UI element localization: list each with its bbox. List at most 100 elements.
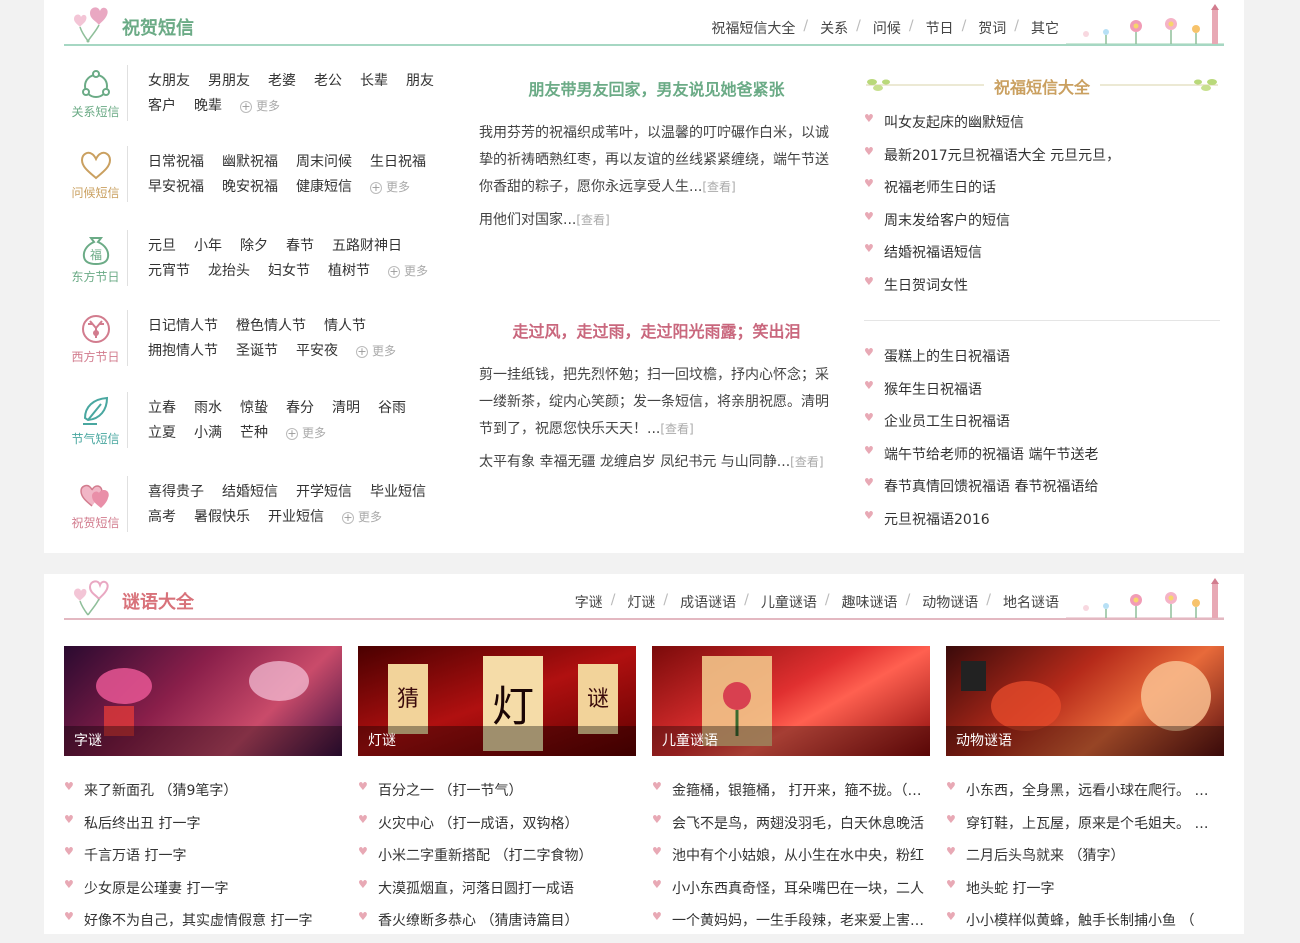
category-link[interactable]: 雨水 [194, 396, 222, 421]
nav-item-char-riddle[interactable]: 字谜 [575, 592, 603, 612]
category-link[interactable]: 除夕 [240, 234, 268, 259]
category-icon-box[interactable]: 福 东方节日 [64, 230, 128, 286]
category-link[interactable]: 立春 [148, 396, 176, 421]
list-item[interactable]: 来了新面孔 （猜9笔字） [64, 780, 342, 813]
list-item[interactable]: 结婚祝福语短信 [864, 242, 1220, 275]
list-item[interactable]: 元旦祝福语2016 [864, 509, 1220, 542]
category-link[interactable]: 小年 [194, 234, 222, 259]
list-item[interactable]: 小米二字重新搭配 （打二字食物） [358, 845, 636, 878]
category-icon-box[interactable]: 祝贺短信 [64, 476, 128, 532]
nav-item-all[interactable]: 祝福短信大全 [711, 18, 795, 38]
more-link[interactable]: + 更多 [286, 421, 326, 446]
more-link[interactable]: + 更多 [388, 259, 428, 284]
riddle-picture-char[interactable]: 字谜 [64, 646, 342, 756]
category-link[interactable]: 春分 [286, 396, 314, 421]
category-link[interactable]: 结婚短信 [222, 480, 278, 505]
list-item[interactable]: 会飞不是鸟，两翅没羽毛，白天休息晚活 [652, 813, 930, 846]
list-item[interactable]: 好像不为自己，其实虚情假意 打一字 [64, 910, 342, 943]
nav-item-congrats[interactable]: 贺词 [978, 18, 1006, 38]
nav-item-place-riddle[interactable]: 地名谜语 [1003, 592, 1059, 612]
category-link[interactable]: 橙色情人节 [236, 314, 306, 339]
view-link[interactable]: [查看] [576, 213, 609, 227]
nav-item-lantern-riddle[interactable]: 灯谜 [627, 592, 655, 612]
list-item[interactable]: 私后终出丑 打一字 [64, 813, 342, 846]
view-link[interactable]: [查看] [790, 455, 823, 469]
list-item[interactable]: 地头蛇 打一字 [946, 878, 1224, 911]
list-item[interactable]: 少女原是公瑾妻 打一字 [64, 878, 342, 911]
riddle-picture-animal[interactable]: 动物谜语 [946, 646, 1224, 756]
category-link[interactable]: 晚安祝福 [222, 175, 278, 200]
nav-item-idiom-riddle[interactable]: 成语谜语 [680, 592, 736, 612]
category-link[interactable]: 龙抬头 [208, 259, 250, 284]
list-item[interactable]: 叫女友起床的幽默短信 [864, 112, 1220, 145]
category-link[interactable]: 生日祝福 [370, 150, 426, 175]
category-link[interactable]: 开业短信 [268, 505, 324, 530]
category-link[interactable]: 老公 [314, 69, 342, 94]
category-link[interactable]: 客户 [148, 94, 176, 119]
category-link[interactable]: 健康短信 [296, 175, 352, 200]
category-link[interactable]: 芒种 [240, 421, 268, 446]
list-item[interactable]: 金箍桶，银箍桶， 打开来，箍不拢。（… [652, 780, 930, 813]
list-item[interactable]: 端午节给老师的祝福语 端午节送老 [864, 444, 1220, 477]
article-title[interactable]: 朋友带男友回家，男友说见她爸紧张 [479, 76, 834, 100]
list-item[interactable]: 香火缭断多恭心 （猜唐诗篇目） [358, 910, 636, 943]
list-item[interactable]: 小东西，全身黑，远看小球在爬行。 … [946, 780, 1224, 813]
category-icon-box[interactable]: 西方节日 [64, 310, 128, 366]
category-link[interactable]: 男朋友 [208, 69, 250, 94]
nav-item-other[interactable]: 其它 [1031, 18, 1059, 38]
more-link[interactable]: + 更多 [240, 94, 280, 119]
list-item[interactable]: 小小模样似黄蜂，触手长制捕小鱼 （ [946, 910, 1224, 943]
category-link[interactable]: 妇女节 [268, 259, 310, 284]
category-link[interactable]: 情人节 [324, 314, 366, 339]
nav-item-greeting[interactable]: 问候 [873, 18, 901, 38]
category-link[interactable]: 惊蛰 [240, 396, 268, 421]
more-link[interactable]: + 更多 [370, 175, 410, 200]
list-item[interactable]: 最新2017元旦祝福语大全 元旦元旦， [864, 145, 1220, 178]
view-link[interactable]: [查看] [660, 422, 693, 436]
category-icon-box[interactable]: 问候短信 [64, 146, 128, 202]
list-item[interactable]: 穿钉鞋，上瓦屋，原来是个毛姐夫。 … [946, 813, 1224, 846]
category-icon-box[interactable]: 节气短信 [64, 392, 128, 448]
category-link[interactable]: 长辈 [360, 69, 388, 94]
category-link[interactable]: 元旦 [148, 234, 176, 259]
more-link[interactable]: + 更多 [342, 505, 382, 530]
view-link[interactable]: [查看] [702, 180, 735, 194]
category-link[interactable]: 清明 [332, 396, 360, 421]
article-title[interactable]: 走过风，走过雨，走过阳光雨露；笑出泪 [479, 318, 834, 342]
category-link[interactable]: 周末问候 [296, 150, 352, 175]
list-item[interactable]: 生日贺词女性 [864, 275, 1220, 308]
category-link[interactable]: 小满 [194, 421, 222, 446]
category-link[interactable]: 早安祝福 [148, 175, 204, 200]
list-item[interactable]: 周末发给客户的短信 [864, 210, 1220, 243]
category-link[interactable]: 立夏 [148, 421, 176, 446]
category-link[interactable]: 毕业短信 [370, 480, 426, 505]
riddle-picture-kids[interactable]: 儿童谜语 [652, 646, 930, 756]
list-item[interactable]: 企业员工生日祝福语 [864, 411, 1220, 444]
category-link[interactable]: 元宵节 [148, 259, 190, 284]
category-link[interactable]: 日记情人节 [148, 314, 218, 339]
category-link[interactable]: 日常祝福 [148, 150, 204, 175]
nav-item-relation[interactable]: 关系 [820, 18, 848, 38]
list-item[interactable]: 大漠孤烟直，河落日圆打一成语 [358, 878, 636, 911]
category-link[interactable]: 圣诞节 [236, 339, 278, 364]
category-link[interactable]: 女朋友 [148, 69, 190, 94]
list-item[interactable]: 一个黄妈妈，一生手段辣，老来爱上害… [652, 910, 930, 943]
category-link[interactable]: 老婆 [268, 69, 296, 94]
category-link[interactable]: 晚辈 [194, 94, 222, 119]
category-link[interactable]: 植树节 [328, 259, 370, 284]
category-link[interactable]: 五路财神日 [332, 234, 402, 259]
category-icon-box[interactable]: 关系短信 [64, 65, 128, 121]
nav-item-animal-riddle[interactable]: 动物谜语 [922, 592, 978, 612]
category-link[interactable]: 拥抱情人节 [148, 339, 218, 364]
category-link[interactable]: 平安夜 [296, 339, 338, 364]
list-item[interactable]: 火灾中心 （打一成语，双钩格） [358, 813, 636, 846]
list-item[interactable]: 小小东西真奇怪，耳朵嘴巴在一块，二人 [652, 878, 930, 911]
more-link[interactable]: + 更多 [356, 339, 396, 364]
list-item[interactable]: 千言万语 打一字 [64, 845, 342, 878]
category-link[interactable]: 幽默祝福 [222, 150, 278, 175]
list-item[interactable]: 蛋糕上的生日祝福语 [864, 346, 1220, 379]
category-link[interactable]: 谷雨 [378, 396, 406, 421]
category-link[interactable]: 暑假快乐 [194, 505, 250, 530]
category-link[interactable]: 喜得贵子 [148, 480, 204, 505]
list-item[interactable]: 二月后头鸟就来 （猜字） [946, 845, 1224, 878]
